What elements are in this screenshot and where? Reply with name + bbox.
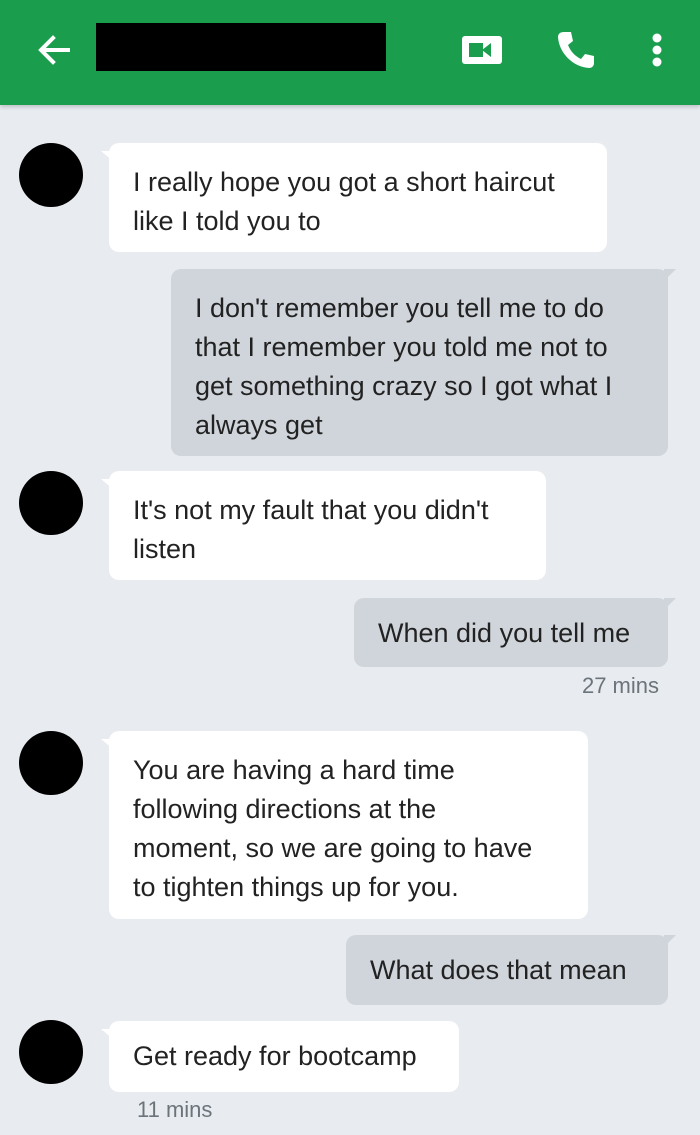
avatar [19,1020,83,1084]
message-bubble-outgoing: When did you tell me [354,598,676,667]
message-timestamp: 27 mins [581,673,659,698]
app-bar [0,0,700,105]
message-bubble-incoming: I really hope you got a short haircut li… [101,143,607,252]
redacted-contact-name [96,23,386,71]
message-bubble-incoming: You are having a hard time following dir… [101,731,588,919]
phone-icon[interactable] [553,28,597,72]
video-call-icon[interactable] [460,30,504,70]
more-vert-icon[interactable] [642,28,672,72]
message-timestamp: 11 mins [137,1097,213,1122]
message-bubble-outgoing: What does that mean [346,935,676,1005]
avatar [19,731,83,795]
avatar [19,471,83,535]
message-bubble-incoming: Get ready for bootcamp [101,1021,459,1092]
arrow-left-icon[interactable] [34,30,74,70]
message-bubble-outgoing: I don't remember you tell me to do that … [171,269,676,456]
message-bubble-incoming: It's not my fault that you didn't listen [101,471,546,580]
avatar [19,143,83,207]
